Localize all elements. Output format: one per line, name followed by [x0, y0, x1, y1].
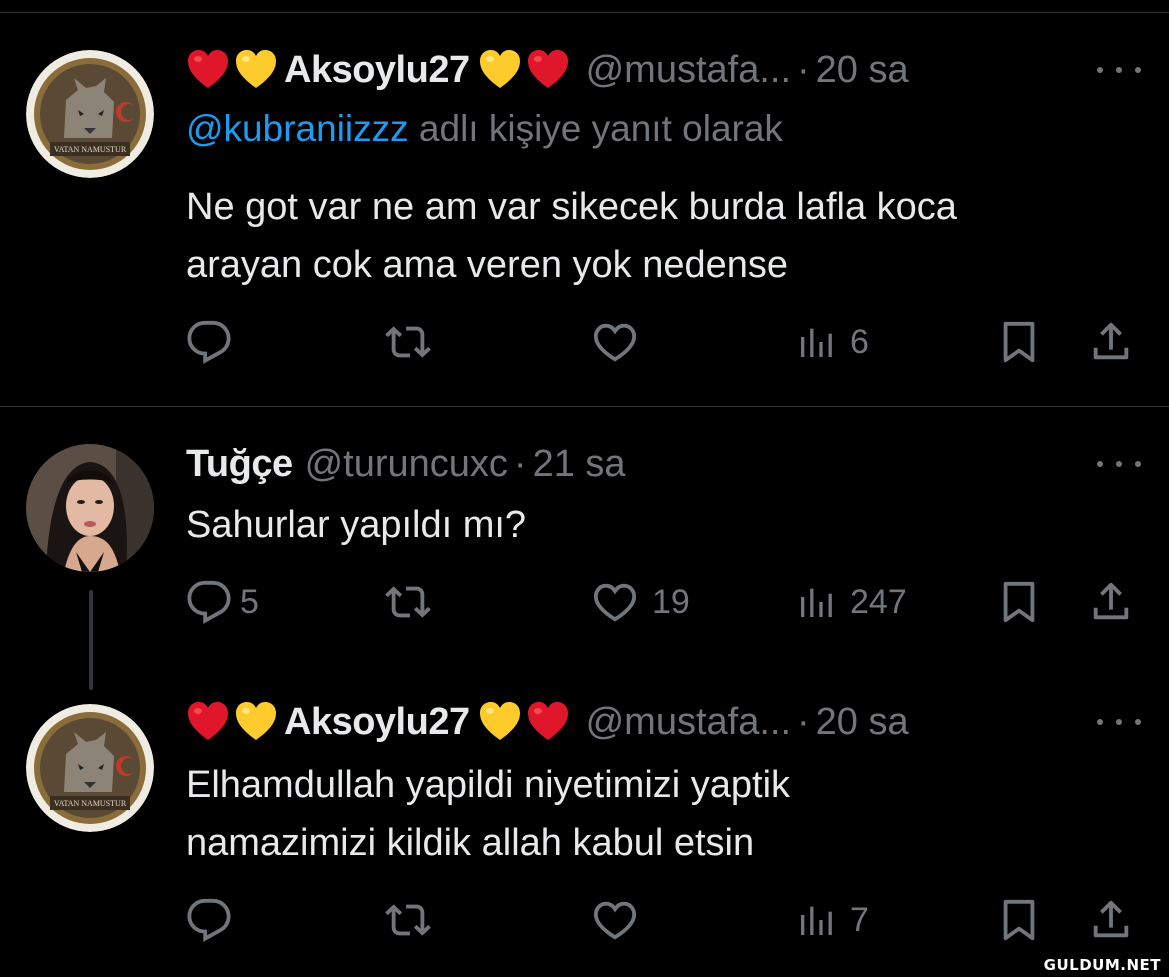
views-button[interactable]: 7	[796, 896, 869, 944]
reply-icon	[187, 580, 231, 624]
user-handle[interactable]: @turuncuxc	[305, 443, 508, 486]
yellow-heart-emoji	[478, 700, 522, 744]
display-name[interactable]: Aksoylu27	[284, 701, 470, 744]
share-button[interactable]	[1088, 318, 1134, 366]
more-icon[interactable]	[1097, 712, 1141, 732]
reply-button[interactable]	[186, 318, 246, 366]
bookmark-icon	[1003, 899, 1035, 941]
tweet-divider	[0, 406, 1169, 407]
views-count: 247	[850, 582, 907, 621]
share-icon	[1093, 582, 1129, 620]
views-icon	[801, 328, 832, 357]
display-name[interactable]: Aksoylu27	[284, 49, 470, 92]
retweet-icon	[385, 326, 431, 358]
user-handle[interactable]: @mustafa...	[586, 701, 791, 744]
reply-context-text: adlı kişiye yanıt olarak	[408, 108, 783, 149]
bookmark-button[interactable]	[996, 896, 1042, 944]
bookmark-icon	[1003, 321, 1035, 363]
like-icon	[593, 323, 637, 362]
red-heart-emoji	[186, 48, 230, 92]
red-heart-emoji	[186, 700, 230, 744]
views-icon	[801, 588, 832, 617]
views-button[interactable]: 6	[796, 318, 869, 366]
tweet-text: Elhamdullah yapildi niyetimizi yaptik na…	[186, 764, 791, 864]
like-button[interactable]: 19	[592, 578, 690, 626]
yellow-heart-emoji	[234, 700, 278, 744]
tweet-actions: 5 19 247	[0, 578, 1169, 626]
separator-dot: ·	[797, 700, 810, 743]
more-icon[interactable]	[1097, 454, 1141, 474]
display-name[interactable]: Tuğçe	[186, 443, 293, 486]
reply-button[interactable]: 5	[186, 578, 259, 626]
tweet-text: Ne got var ne am var sikecek burda lafla…	[186, 186, 957, 286]
like-count: 19	[652, 582, 690, 621]
bookmark-button[interactable]	[996, 578, 1042, 626]
reply-count: 5	[240, 582, 259, 621]
tweet-actions: 6	[0, 318, 1169, 366]
like-button[interactable]	[592, 896, 652, 944]
timestamp[interactable]: 20 sa	[816, 49, 909, 92]
share-button[interactable]	[1088, 896, 1134, 944]
like-icon	[593, 583, 637, 622]
avatar-tugce[interactable]	[26, 444, 154, 572]
red-heart-emoji	[526, 48, 570, 92]
tweet-header: Tuğçe @turuncuxc · 21 sa	[186, 440, 626, 488]
reply-icon	[187, 320, 231, 364]
avatar-badge-text: VATAN NAMUSTUR	[54, 799, 127, 808]
separator-dot: ·	[513, 442, 527, 485]
separator-dot: ·	[797, 48, 810, 91]
tweet-header: Aksoylu27 @mustafa... · 20 sa	[186, 698, 909, 746]
top-divider	[0, 12, 1169, 13]
retweet-icon	[385, 586, 431, 618]
like-button[interactable]	[592, 318, 652, 366]
views-count: 6	[850, 322, 869, 361]
more-icon[interactable]	[1097, 60, 1141, 80]
views-icon	[801, 906, 832, 935]
share-button[interactable]	[1088, 578, 1134, 626]
timestamp[interactable]: 21 sa	[533, 443, 626, 486]
tweet-actions: 7	[0, 896, 1169, 944]
watermark: GULDUM.NET	[1035, 953, 1169, 977]
timestamp[interactable]: 20 sa	[816, 701, 909, 744]
user-handle[interactable]: @mustafa...	[586, 49, 791, 92]
retweet-button[interactable]	[384, 578, 446, 626]
reply-icon	[187, 898, 231, 942]
retweet-button[interactable]	[384, 318, 446, 366]
reply-context: @kubraniizzz adlı kişiye yanıt olarak	[186, 108, 783, 150]
mention-link[interactable]: @kubraniizzz	[186, 108, 409, 149]
bookmark-icon	[1003, 581, 1035, 623]
avatar-aksoylu27[interactable]: VATAN NAMUSTUR	[26, 704, 154, 832]
views-count: 7	[850, 900, 869, 939]
retweet-button[interactable]	[384, 896, 446, 944]
retweet-icon	[385, 904, 431, 936]
avatar-badge-text: VATAN NAMUSTUR	[54, 145, 127, 154]
views-button[interactable]: 247	[796, 578, 907, 626]
bookmark-button[interactable]	[996, 318, 1042, 366]
yellow-heart-emoji	[234, 48, 278, 92]
tweet-text: Sahurlar yapıldı mı?	[186, 504, 527, 546]
yellow-heart-emoji	[478, 48, 522, 92]
like-icon	[593, 901, 637, 940]
avatar-aksoylu27[interactable]: VATAN NAMUSTUR	[26, 50, 154, 178]
tweet-header: Aksoylu27 @mustafa... · 20 sa	[186, 46, 909, 94]
share-icon	[1093, 322, 1129, 360]
red-heart-emoji	[526, 700, 570, 744]
reply-button[interactable]	[186, 896, 246, 944]
share-icon	[1093, 900, 1129, 938]
